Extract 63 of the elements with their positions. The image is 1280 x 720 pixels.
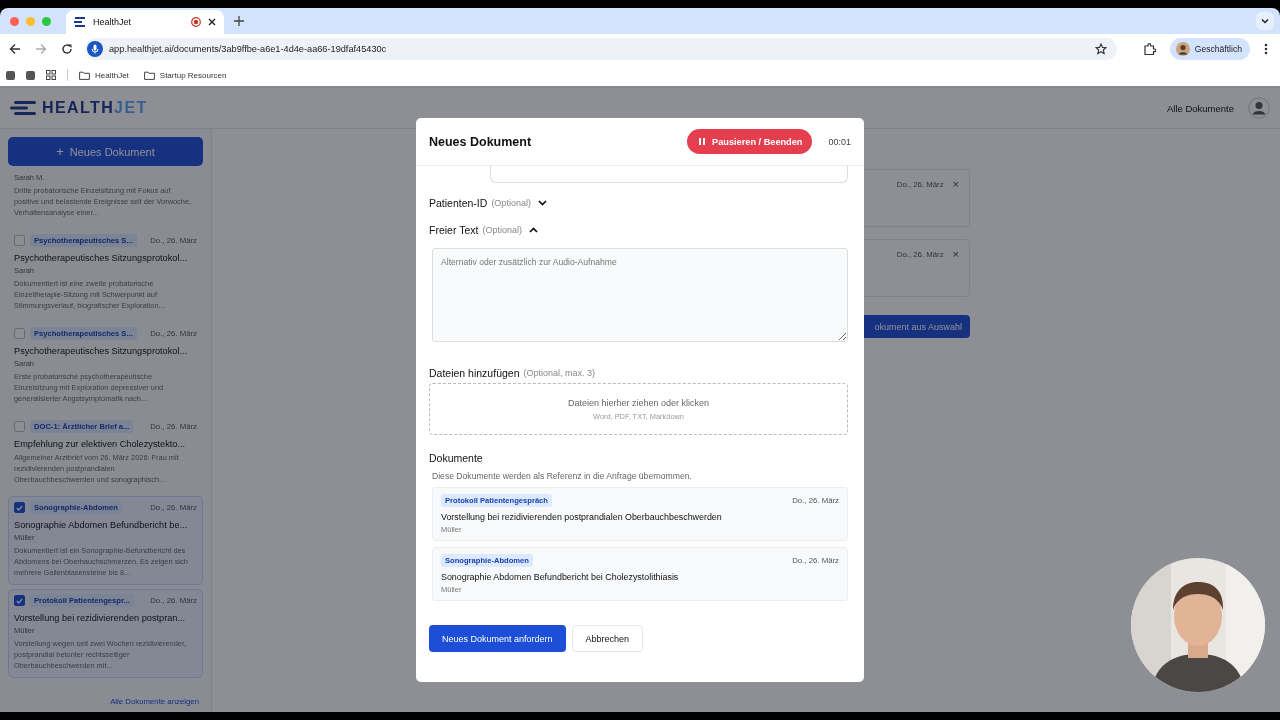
profile-button[interactable]: Geschäftlich xyxy=(1169,38,1250,60)
checkbox[interactable] xyxy=(14,502,25,513)
chevron-down-icon xyxy=(537,200,547,206)
square-icon[interactable] xyxy=(26,70,35,80)
kebab-menu-icon[interactable] xyxy=(1264,43,1268,55)
bookmark[interactable]: Startup Resourcen xyxy=(143,70,227,80)
microphone-icon xyxy=(87,41,103,57)
checkmark-icon xyxy=(16,597,23,604)
description-text: Diese Dokumente werden als Referenz in die Anfrage übernommen. xyxy=(432,471,692,481)
submit-button[interactable]: Neues Dokument anfordern xyxy=(429,625,566,652)
reload-icon[interactable] xyxy=(61,43,73,55)
user-avatar-icon[interactable] xyxy=(1248,97,1270,119)
dialog-title: Neues Dokument xyxy=(429,134,532,149)
document-title: Empfehlung zur elektiven Cholezystekto... xyxy=(14,439,187,449)
pause-icon xyxy=(699,138,706,145)
document-title: Sonographie Abdomen Befundbericht bei Cholezystolithiasis xyxy=(441,572,680,582)
text-area[interactable]: Alternativ oder zusätzlich zur Audio-Aufnahme xyxy=(432,248,848,342)
chevron-down-icon[interactable] xyxy=(1256,12,1274,30)
browser-tab[interactable]: HealthJet xyxy=(66,10,224,34)
lines-icon xyxy=(74,17,86,27)
tab-title: HealthJet xyxy=(93,17,133,27)
document-title: Sonographie Abdomen Befundbericht be... xyxy=(14,520,189,530)
new-document-button[interactable]: + Neues Dokument xyxy=(8,137,203,166)
checkbox[interactable] xyxy=(14,421,25,432)
timer-text: 00:01 xyxy=(828,136,851,147)
checkbox[interactable] xyxy=(14,235,25,246)
checkmark-icon xyxy=(16,504,23,511)
document-title: Psychotherapeutisches Sitzungsprotokol... xyxy=(14,346,189,356)
section-toggle[interactable]: Patienten-ID (Optional) xyxy=(429,196,547,210)
bookmark[interactable]: HealthJet xyxy=(79,70,129,80)
document-card[interactable] xyxy=(8,589,203,678)
avatar-icon xyxy=(1175,42,1190,56)
puzzle-icon[interactable] xyxy=(1142,42,1156,56)
checkbox[interactable] xyxy=(14,328,25,339)
folder-icon xyxy=(79,70,90,80)
section-label: Dateien hinzufügen xyxy=(429,367,520,379)
section-heading: Dokumente xyxy=(429,452,483,464)
logo-icon xyxy=(10,101,36,115)
section-toggle[interactable]: Freier Text (Optional) xyxy=(429,223,538,237)
close-icon[interactable] xyxy=(208,18,216,26)
logo-text: HEALTHJET xyxy=(42,99,148,117)
document-title: Vorstellung bei rezidivierenden postprandialen Oberbauchbeschwerden xyxy=(441,512,723,522)
remove-button[interactable]: × xyxy=(952,248,959,260)
hint-text: (Optional, max. 3) xyxy=(523,368,596,378)
back-icon[interactable] xyxy=(9,43,21,55)
chevron-up-icon xyxy=(528,227,538,233)
square-icon[interactable] xyxy=(6,70,15,80)
document-card[interactable] xyxy=(8,496,203,585)
address-field[interactable]: app.healthjet.ai/documents/3ab9ffbe-a6e1-4d4e-aa66-19dfaf45430c xyxy=(85,38,1117,60)
nav-link[interactable]: Alle Dokumente xyxy=(1166,102,1234,114)
apps-grid-icon[interactable] xyxy=(46,70,56,80)
forward-icon[interactable] xyxy=(35,43,47,55)
plus-icon[interactable] xyxy=(234,16,244,26)
checkbox[interactable] xyxy=(14,595,25,606)
folder-icon xyxy=(143,70,155,80)
record-icon xyxy=(191,17,201,27)
cancel-button[interactable]: Abbrechen xyxy=(571,625,644,652)
remove-button[interactable]: × xyxy=(952,178,959,190)
pause-stop-button[interactable]: Pausieren / Beenden xyxy=(687,129,813,154)
document-title: Vorstellung bei rezidivierenden postpran... xyxy=(14,613,187,623)
star-icon[interactable] xyxy=(1094,43,1107,55)
document-title: Psychotherapeutisches Sitzungsprotokol... xyxy=(14,253,189,263)
input-field[interactable] xyxy=(490,166,848,183)
